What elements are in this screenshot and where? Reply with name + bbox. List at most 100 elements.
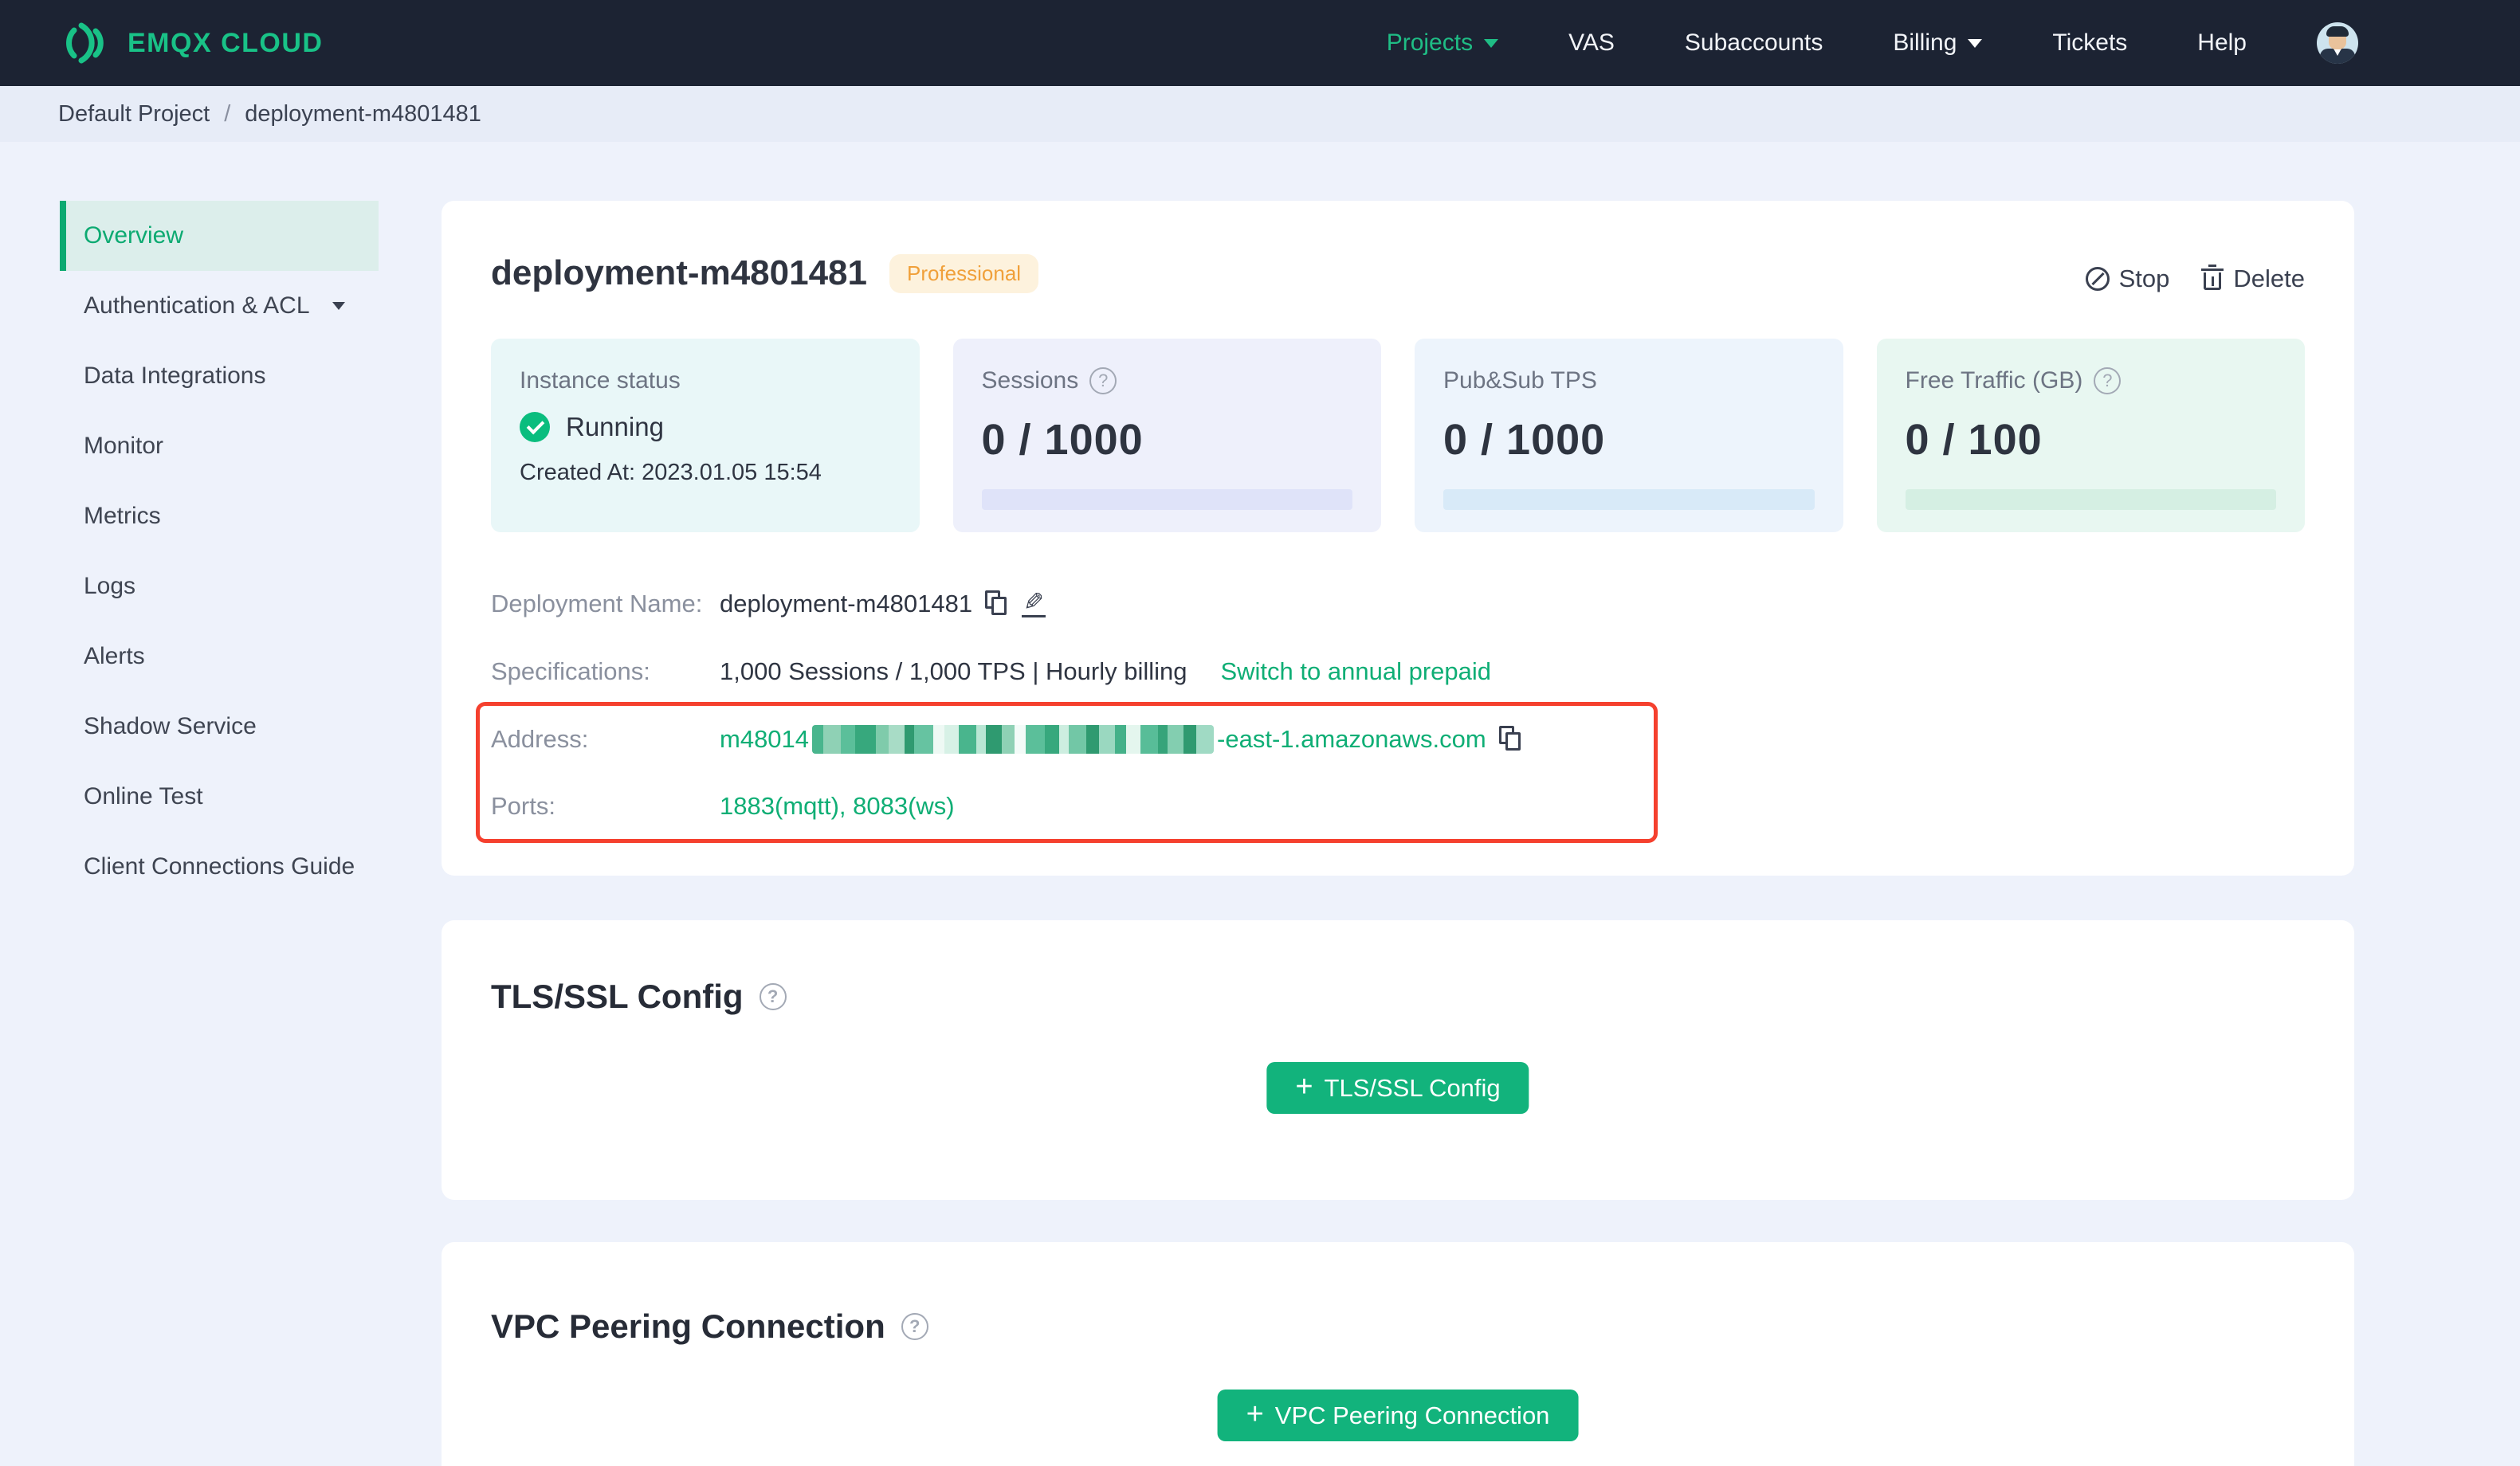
breadcrumb-project[interactable]: Default Project (58, 101, 210, 127)
censored-pixel-block (876, 725, 889, 754)
censored-pixel-block (823, 725, 842, 754)
add-tls-ssl-config-button[interactable]: + TLS/SSL Config (1266, 1062, 1529, 1114)
sidebar-item-data-integrations[interactable]: Data Integrations (60, 341, 379, 411)
sidebar-item-metrics[interactable]: Metrics (60, 481, 379, 551)
button-label: VPC Peering Connection (1274, 1401, 1550, 1429)
ports-value: 1883(mqtt), 8083(ws) (720, 792, 955, 820)
help-icon[interactable]: ? (2094, 367, 2122, 394)
delete-button[interactable]: Delete (2201, 265, 2305, 293)
sidebar-item-label: Overview (84, 222, 184, 249)
sidebar-item-label: Online Test (84, 783, 203, 809)
censored-pixel-block (933, 725, 945, 754)
sessions-label: Sessions (981, 367, 1079, 394)
brand[interactable]: EMQX CLOUD (61, 21, 323, 65)
sessions-progress-bar (981, 489, 1352, 510)
nav-item-label: Subaccounts (1684, 29, 1823, 56)
stop-button[interactable]: Stop (2085, 265, 2170, 293)
deployment-header: deployment-m4801481 Professional (491, 253, 1039, 293)
address-prefix: m48014 (720, 725, 810, 753)
help-icon[interactable]: ? (1089, 367, 1117, 394)
sidebar-item-shadow-service[interactable]: Shadow Service (60, 692, 379, 762)
nav-item-tickets[interactable]: Tickets (2052, 29, 2127, 57)
deployment-name-text: deployment-m4801481 (720, 590, 973, 617)
pubsub-tps-card: Pub&Sub TPS 0 / 1000 (1415, 339, 1843, 532)
tls-ssl-title-row: TLS/SSL Config ? (491, 978, 787, 1016)
sidebar-item-online-test[interactable]: Online Test (60, 762, 379, 832)
address-row: Address: m48014 -east-1.amazonaws.com (491, 722, 1523, 757)
traffic-label-row: Free Traffic (GB) ? (1906, 367, 2277, 394)
sidebar-item-client-connections-guide[interactable]: Client Connections Guide (60, 832, 379, 902)
running-label: Running (566, 412, 664, 441)
sidebar-item-alerts[interactable]: Alerts (60, 621, 379, 692)
vpc-peering-title-row: VPC Peering Connection ? (491, 1307, 928, 1346)
specifications-value: 1,000 Sessions / 1,000 TPS | Hourly bill… (720, 657, 1491, 686)
avatar-hair (2326, 26, 2349, 37)
sidebar-item-monitor[interactable]: Monitor (60, 411, 379, 481)
sidebar-item-label: Logs (84, 573, 136, 599)
address-value: m48014 -east-1.amazonaws.com (720, 725, 1523, 754)
stop-label: Stop (2118, 265, 2170, 292)
deployment-name-row: Deployment Name: deployment-m4801481 ✎ (491, 586, 1046, 621)
traffic-label: Free Traffic (GB) (1905, 367, 2083, 394)
switch-annual-prepaid-link[interactable]: Switch to annual prepaid (1220, 657, 1491, 686)
stats-row: Instance status Running Created At: 2023… (491, 339, 2305, 532)
tps-value: 0 / 1000 (1443, 416, 1606, 464)
specifications-row: Specifications: 1,000 Sessions / 1,000 T… (491, 654, 1491, 689)
censored-pixel-block (1168, 725, 1184, 754)
copy-icon[interactable] (985, 590, 1009, 617)
traffic-progress-bar (1905, 489, 2276, 510)
top-nav: EMQX CLOUD Projects VAS Subaccounts Bill… (0, 0, 2520, 86)
censored-pixel-block (959, 725, 977, 754)
nav-item-billing[interactable]: Billing (1893, 29, 1983, 57)
vpc-peering-section: VPC Peering Connection ? + VPC Peering C… (442, 1242, 2354, 1466)
sidebar-item-authentication-acl[interactable]: Authentication & ACL (60, 271, 379, 341)
sessions-label-row: Sessions ? (982, 367, 1353, 394)
ports-label: Ports: (491, 792, 555, 820)
nav-item-vas[interactable]: VAS (1568, 29, 1615, 57)
tls-ssl-title: TLS/SSL Config (491, 978, 744, 1015)
tps-label-row: Pub&Sub TPS (1443, 367, 1815, 394)
censored-pixel-block (1086, 725, 1100, 754)
sidebar-item-label: Metrics (84, 503, 161, 529)
nav-item-help[interactable]: Help (2197, 29, 2247, 57)
button-label: TLS/SSL Config (1324, 1073, 1501, 1102)
sidebar-item-overview[interactable]: Overview (60, 201, 379, 271)
sidebar-item-label: Monitor (84, 433, 164, 459)
deployment-name-label: Deployment Name: (491, 590, 703, 617)
sidebar-item-logs[interactable]: Logs (60, 551, 379, 621)
chevron-down-icon (332, 302, 345, 310)
censored-pixel-block (944, 725, 960, 754)
edit-pencil-icon[interactable]: ✎ (1022, 588, 1046, 617)
censored-pixel-block (889, 725, 905, 754)
nav-item-projects[interactable]: Projects (1386, 29, 1499, 57)
censored-pixel-block (1015, 725, 1026, 754)
nav-item-label: Billing (1893, 29, 1957, 56)
plus-icon: + (1246, 1397, 1264, 1431)
instance-status-label: Instance status (520, 367, 681, 394)
address-suffix: -east-1.amazonaws.com (1217, 725, 1486, 753)
censored-pixel-block (1196, 725, 1215, 754)
nav-item-label: Projects (1386, 29, 1474, 56)
censored-pixel-block (855, 725, 877, 754)
deployment-overview-card: deployment-m4801481 Professional Stop De… (442, 201, 2354, 876)
chevron-down-icon (1968, 38, 1983, 48)
sidebar-item-label: Authentication & ACL (84, 292, 310, 319)
nav-item-subaccounts[interactable]: Subaccounts (1685, 29, 1823, 57)
user-avatar[interactable] (2317, 22, 2358, 64)
censored-pixel-block (1126, 725, 1141, 754)
nav-item-label: Help (2197, 29, 2247, 56)
specifications-text: 1,000 Sessions / 1,000 TPS | Hourly bill… (720, 657, 1187, 685)
censored-pixel-block (1069, 725, 1087, 754)
deployment-name-value: deployment-m4801481 ✎ (720, 588, 1046, 618)
censored-pixel-block (1059, 725, 1070, 754)
copy-icon[interactable] (1498, 726, 1523, 753)
plan-badge: Professional (889, 253, 1039, 293)
censored-pixel-block (1002, 725, 1015, 754)
censored-pixel-block (1099, 725, 1116, 754)
delete-label: Delete (2233, 265, 2305, 292)
deployment-actions: Stop Delete (2085, 265, 2305, 293)
censored-pixel-block (1158, 725, 1168, 754)
help-icon[interactable]: ? (759, 983, 787, 1010)
add-vpc-peering-connection-button[interactable]: + VPC Peering Connection (1217, 1390, 1579, 1441)
help-icon[interactable]: ? (901, 1313, 928, 1340)
